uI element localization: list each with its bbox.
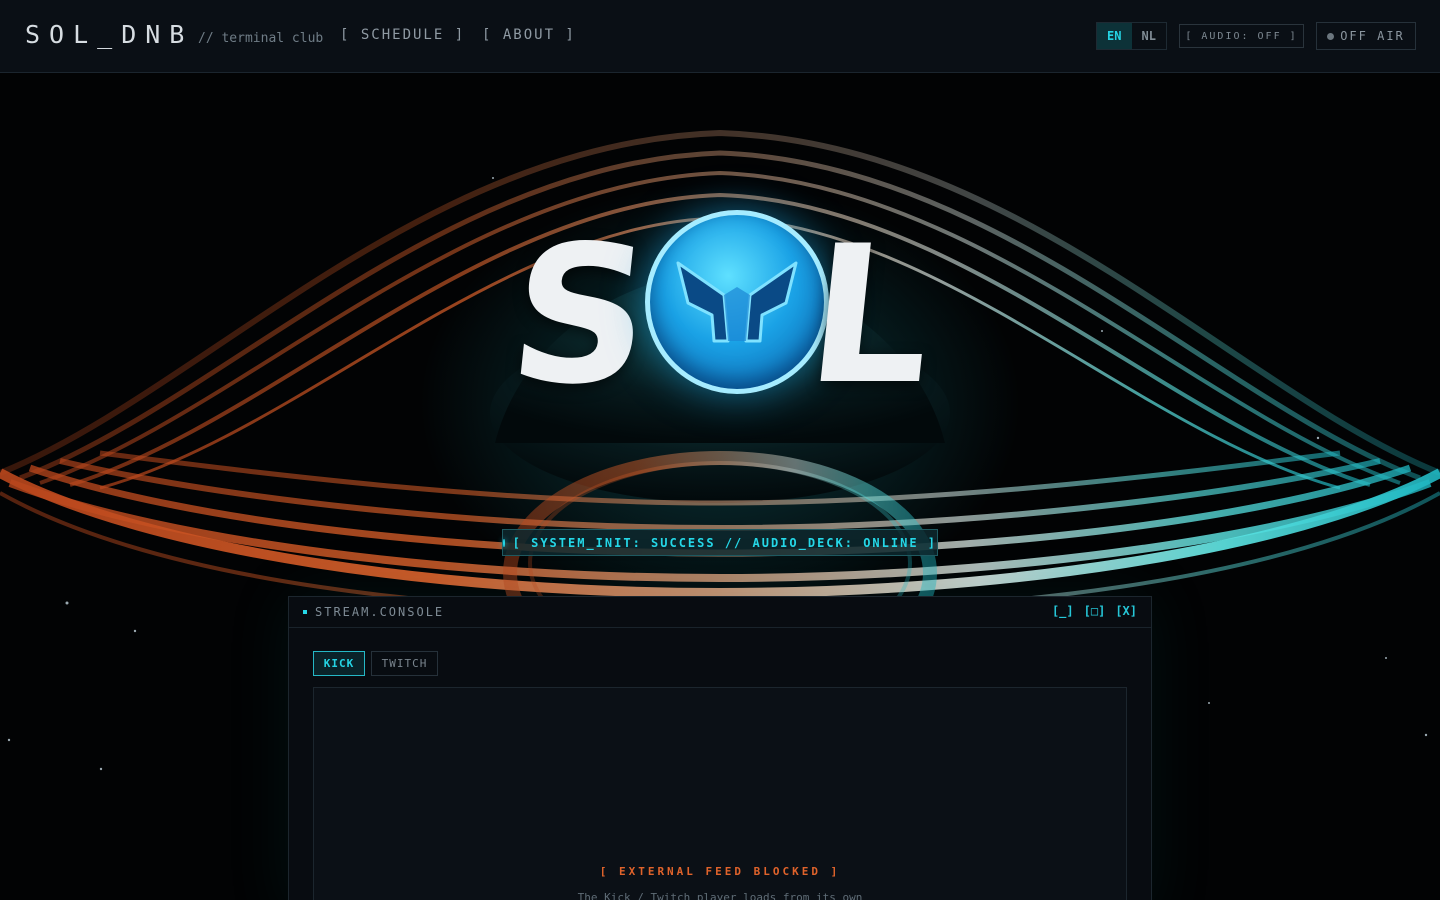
feed-blocked-message: The Kick / Twitch player loads from its … — [577, 891, 863, 900]
console-title-bar: STREAM.CONSOLE [_] [□] [X] — [289, 597, 1151, 628]
audio-toggle-button[interactable]: [ AUDIO: OFF ] — [1179, 24, 1304, 48]
mask-emblem-icon — [676, 261, 798, 343]
console-title: STREAM.CONSOLE — [303, 605, 444, 619]
stream-source-tabs: KICK TWITCH — [313, 651, 438, 676]
tab-twitch[interactable]: TWITCH — [371, 651, 438, 676]
maximize-button[interactable]: [□] — [1084, 604, 1106, 618]
broadcast-status-badge: OFF AIR — [1316, 22, 1416, 50]
logo-letter-s: S — [500, 205, 661, 426]
status-online-dot-icon — [503, 538, 505, 547]
nav-about-link[interactable]: [ ABOUT ] — [482, 27, 576, 43]
status-dot-icon — [1327, 32, 1335, 40]
nav-schedule-link[interactable]: [ SCHEDULE ] — [340, 27, 465, 43]
brand-logo-text[interactable]: SOL_DNB — [25, 20, 193, 49]
tab-kick[interactable]: KICK — [313, 651, 365, 676]
console-title-text: STREAM.CONSOLE — [315, 605, 445, 619]
logo-letter-l: L — [798, 205, 943, 426]
top-navigation-bar: SOL_DNB // terminal club [ SCHEDULE ] [ … — [0, 0, 1440, 73]
language-switcher: EN NL — [1096, 22, 1167, 50]
broadcast-status-label: OFF AIR — [1340, 29, 1405, 43]
console-bullet-icon — [303, 610, 307, 614]
language-en-button[interactable]: EN — [1097, 23, 1132, 49]
logo-orb-icon — [645, 210, 829, 394]
brand-tagline: // terminal club — [198, 31, 324, 46]
feed-blocked-title: [ EXTERNAL FEED BLOCKED ] — [599, 865, 841, 878]
close-button[interactable]: [X] — [1115, 604, 1137, 618]
stream-console-window: STREAM.CONSOLE [_] [□] [X] KICK TWITCH [… — [288, 596, 1152, 900]
stream-player-frame[interactable]: [ EXTERNAL FEED BLOCKED ] The Kick / Twi… — [313, 687, 1127, 900]
window-controls: [_] [□] [X] — [1052, 604, 1137, 618]
system-status-text: [ SYSTEM_INIT: SUCCESS // AUDIO_DECK: ON… — [512, 535, 937, 550]
system-status-banner: [ SYSTEM_INIT: SUCCESS // AUDIO_DECK: ON… — [502, 529, 938, 556]
minimize-button[interactable]: [_] — [1052, 604, 1074, 618]
language-nl-button[interactable]: NL — [1132, 23, 1167, 49]
